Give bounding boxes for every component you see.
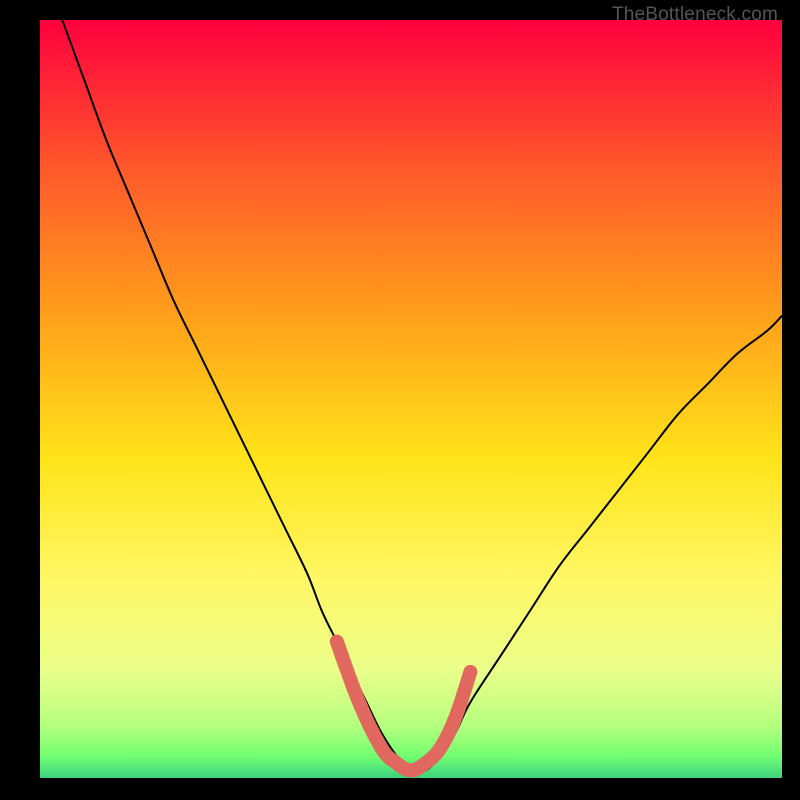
watermark-text: TheBottleneck.com [612, 4, 778, 26]
gradient-background [40, 20, 782, 778]
chart-svg [40, 20, 782, 778]
chart-frame: TheBottleneck.com [0, 0, 800, 800]
plot-area [40, 20, 782, 778]
